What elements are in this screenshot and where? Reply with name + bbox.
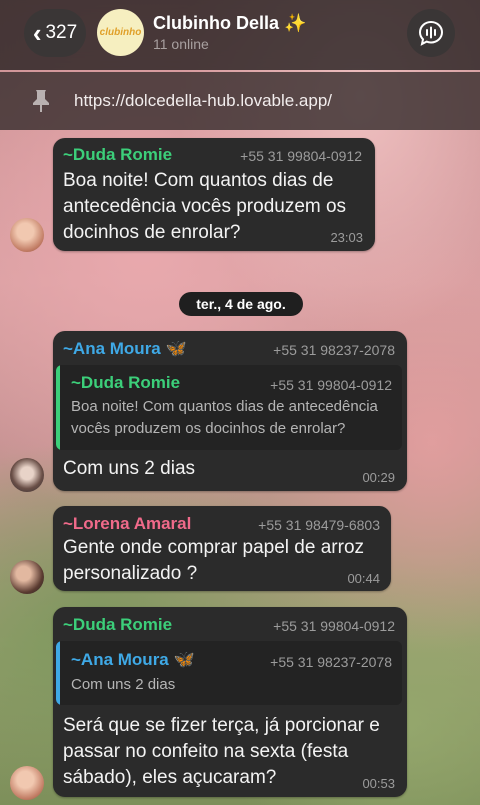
sender-name[interactable]: ~Duda Romie bbox=[63, 145, 172, 165]
quote-text: Boa noite! Com quantos dias de antecedên… bbox=[71, 398, 378, 437]
quoted-message[interactable]: ~Duda Romie +55 31 99804-0912 Boa noite!… bbox=[56, 365, 402, 450]
quote-accent-bar bbox=[56, 641, 60, 705]
sender-phone: +55 31 98479-6803 bbox=[258, 517, 380, 533]
quoted-message[interactable]: ~Ana Moura 🦋 +55 31 98237-2078 Com uns 2… bbox=[56, 641, 402, 705]
group-logo-text: clubinho bbox=[99, 27, 142, 38]
pinned-url[interactable]: https://dolcedella-hub.lovable.app/ bbox=[74, 91, 332, 111]
quote-accent-bar bbox=[56, 365, 60, 450]
quote-sender-name: ~Ana Moura 🦋 bbox=[71, 650, 195, 669]
message-bubble[interactable]: ~Duda Romie +55 31 99804-0912 Boa noite!… bbox=[53, 138, 375, 251]
message-text: Será que se fizer terça, já porcionar e … bbox=[63, 715, 380, 788]
message-bubble[interactable]: ~Ana Moura 🦋 +55 31 98237-2078 ~Duda Rom… bbox=[53, 331, 407, 491]
avatar[interactable] bbox=[10, 560, 44, 594]
sender-phone: +55 31 99804-0912 bbox=[240, 148, 362, 164]
unread-count: 327 bbox=[45, 22, 78, 43]
group-avatar[interactable]: clubinho bbox=[97, 9, 144, 56]
avatar[interactable] bbox=[10, 458, 44, 492]
avatar[interactable] bbox=[10, 218, 44, 252]
pinned-message-bar[interactable]: https://dolcedella-hub.lovable.app/ bbox=[0, 72, 480, 130]
message-time: 00:44 bbox=[347, 571, 380, 586]
online-status: 11 online bbox=[153, 36, 209, 52]
message-bubble[interactable]: ~Duda Romie +55 31 99804-0912 ~Ana Moura… bbox=[53, 607, 407, 797]
message-time: 00:29 bbox=[362, 470, 395, 485]
quote-text: Com uns 2 dias bbox=[71, 676, 176, 693]
sender-name[interactable]: ~Ana Moura 🦋 bbox=[63, 339, 187, 359]
message-text: Gente onde comprar papel de arroz person… bbox=[63, 537, 365, 584]
sender-name[interactable]: ~Lorena Amaral bbox=[63, 514, 191, 534]
message-time: 23:03 bbox=[330, 230, 363, 245]
date-separator: ter., 4 de ago. bbox=[179, 292, 303, 316]
message-text: Com uns 2 dias bbox=[63, 458, 196, 479]
chat-title[interactable]: Clubinho Della ✨ bbox=[153, 13, 306, 34]
avatar[interactable] bbox=[10, 766, 44, 800]
message-bubble[interactable]: ~Lorena Amaral +55 31 98479-6803 Gente o… bbox=[53, 506, 391, 591]
sender-phone: +55 31 98237-2078 bbox=[273, 342, 395, 358]
voice-chat-button[interactable] bbox=[407, 9, 455, 57]
chat-header: ‹ 327 clubinho Clubinho Della ✨ 11 onlin… bbox=[0, 0, 480, 70]
back-button[interactable]: ‹ 327 bbox=[24, 9, 86, 57]
pin-icon bbox=[33, 90, 49, 112]
message-time: 00:53 bbox=[362, 776, 395, 791]
sender-name[interactable]: ~Duda Romie bbox=[63, 615, 172, 635]
chevron-left-icon: ‹ bbox=[32, 18, 42, 48]
sender-phone: +55 31 99804-0912 bbox=[273, 618, 395, 634]
quote-sender-phone: +55 31 98237-2078 bbox=[270, 654, 392, 670]
message-text: Boa noite! Com quantos dias de antecedên… bbox=[63, 170, 347, 243]
quote-sender-phone: +55 31 99804-0912 bbox=[270, 377, 392, 393]
quote-sender-name: ~Duda Romie bbox=[71, 373, 181, 392]
voice-chat-icon bbox=[418, 20, 444, 46]
